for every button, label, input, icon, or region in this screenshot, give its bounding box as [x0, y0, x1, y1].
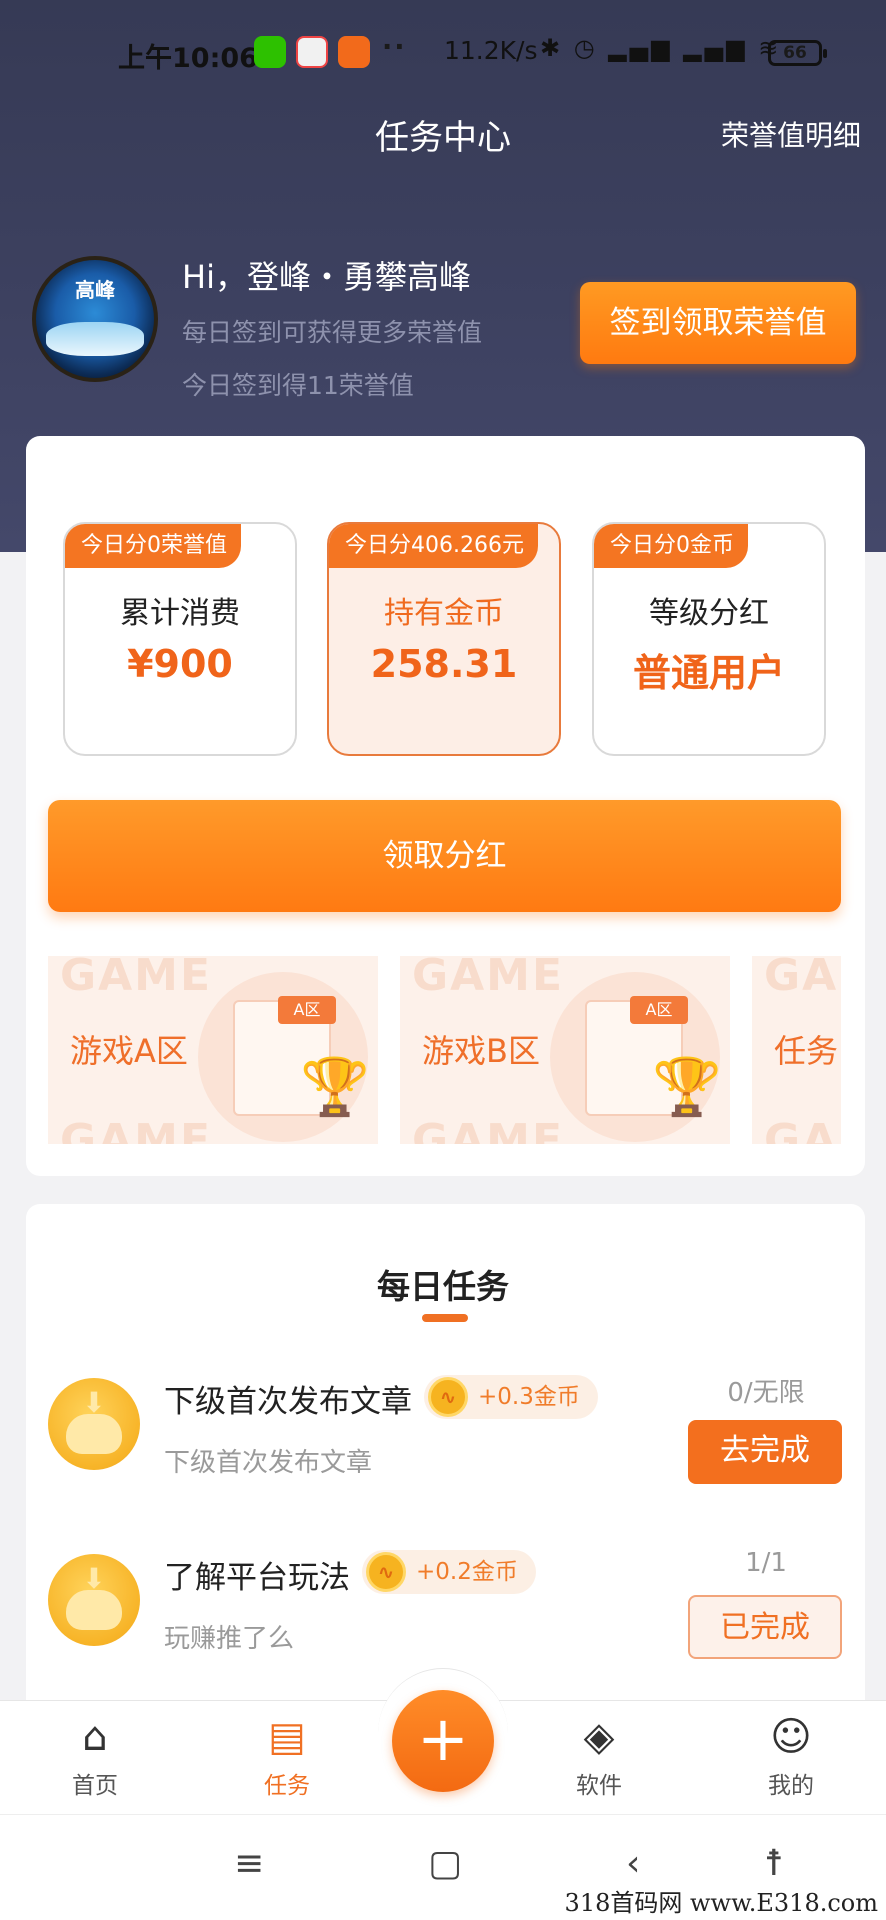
zone-ghost-text: GAME [412, 1115, 565, 1144]
tab-software[interactable]: ◈ 软件 [544, 1712, 654, 1800]
stat-level-dividend[interactable]: 今日分0金币 等级分红 普通用户 [592, 522, 826, 756]
more-notifications-icon: ·· [382, 32, 407, 63]
signin-button[interactable]: 签到领取荣誉值 [580, 282, 856, 364]
stat-tag: 今日分0金币 [594, 524, 748, 568]
app-notification-icon [338, 36, 370, 68]
zone-ghost-text: GAME [60, 956, 213, 1001]
tab-tasks[interactable]: ▤ 任务 [232, 1712, 342, 1800]
system-status-icons: ✱ ◷ ▂▄▆ ▂▄▆ ≋ [540, 34, 782, 62]
task-subtitle: 下级首次发布文章 [164, 1448, 373, 1478]
zone-card-b[interactable]: GAME GAME A区 🏆 游戏B区 [400, 956, 730, 1144]
zone-name: 任务 [774, 1032, 839, 1070]
watermark: 318首码网 www.E318.com [564, 1889, 878, 1917]
stat-tag: 今日分0荣誉值 [65, 524, 241, 568]
wechat-icon [254, 36, 286, 68]
user-icon: ☺ [770, 1714, 812, 1760]
tab-mine[interactable]: ☺ 我的 [736, 1712, 846, 1800]
piggy-bank-icon: ⬇ [48, 1378, 140, 1470]
zone-tag: A区 [278, 996, 336, 1024]
trophy-icon: 🏆 [300, 1055, 370, 1120]
title-underline [422, 1314, 468, 1322]
zone-ghost-text: GAM [764, 1115, 841, 1144]
avatar-text: 高峰 [75, 278, 115, 302]
task-title: 下级首次发布文章 [164, 1384, 412, 1420]
zone-name: 游戏A区 [70, 1032, 188, 1070]
task-title: 了解平台玩法 [164, 1560, 350, 1596]
piggy-bank-icon: ⬇ [48, 1554, 140, 1646]
zone-card-task[interactable]: GAM GAM 任务 [752, 956, 841, 1144]
app-notification-icon [296, 36, 328, 68]
claim-dividend-button[interactable]: 领取分红 [48, 800, 841, 912]
avatar[interactable]: 高峰 [32, 256, 158, 382]
task-progress: 1/1 [745, 1548, 787, 1578]
coin-icon: ∿ [366, 1552, 406, 1592]
zone-tag: A区 [630, 996, 688, 1024]
coin-icon: ∿ [428, 1377, 468, 1417]
go-complete-button[interactable]: 去完成 [688, 1420, 842, 1484]
signin-hint: 每日签到可获得更多荣誉值 [182, 318, 483, 347]
stat-label: 等级分红 [649, 596, 769, 631]
reward-chip: ∿ +0.3金币 [424, 1375, 598, 1419]
menu-icon[interactable]: ≡ [234, 1843, 264, 1884]
stat-value: 普通用户 [632, 651, 785, 695]
greeting: Hi，登峰・勇攀高峰 [182, 258, 471, 296]
stat-label: 累计消费 [120, 596, 240, 631]
stat-label: 持有金币 [384, 596, 504, 631]
completed-button[interactable]: 已完成 [688, 1595, 842, 1659]
accessibility-icon[interactable]: ☨ [764, 1843, 784, 1884]
battery-icon: 66 [768, 40, 827, 66]
home-icon: ⌂ [82, 1714, 108, 1760]
home-square-icon[interactable]: ▢ [428, 1843, 462, 1884]
zone-ghost-text: GAME [412, 956, 565, 1001]
layers-icon: ◈ [583, 1714, 615, 1760]
tab-home[interactable]: ⌂ 首页 [40, 1712, 150, 1800]
stat-value: ¥900 [127, 642, 233, 686]
zone-name: 游戏B区 [422, 1032, 540, 1070]
task-progress: 0/无限 [727, 1378, 805, 1408]
clipboard-icon: ▤ [268, 1714, 306, 1760]
net-speed: 11.2K/s [444, 36, 538, 65]
status-time: 上午10:06 [118, 43, 258, 74]
task-subtitle: 玩赚推了么 [164, 1624, 295, 1654]
reward-chip: ∿ +0.2金币 [362, 1550, 536, 1594]
back-icon[interactable]: ‹ [626, 1843, 640, 1884]
add-button[interactable]: + [392, 1690, 494, 1792]
stat-value: 258.31 [370, 642, 518, 686]
zone-ghost-text: GAME [60, 1115, 213, 1144]
daily-tasks-title: 每日任务 [377, 1267, 509, 1306]
today-signin-reward: 今日签到得11荣誉值 [182, 371, 414, 400]
game-zones-carousel[interactable]: GAME GAME A区 🏆 游戏A区 GAME GAME A区 🏆 游戏B区 … [48, 956, 841, 1144]
honor-detail-link[interactable]: 荣誉值明细 [721, 114, 861, 154]
status-bar: 上午10:06 ·· 11.2K/s ✱ ◷ ▂▄▆ ▂▄▆ ≋ 66 [0, 28, 886, 78]
zone-ghost-text: GAM [764, 956, 841, 1001]
stat-tag: 今日分406.266元 [329, 524, 538, 568]
stat-total-spend[interactable]: 今日分0荣誉值 累计消费 ¥900 [63, 522, 297, 756]
trophy-icon: 🏆 [652, 1055, 722, 1120]
stat-coins[interactable]: 今日分406.266元 持有金币 258.31 [327, 522, 561, 756]
zone-card-a[interactable]: GAME GAME A区 🏆 游戏A区 [48, 956, 378, 1144]
